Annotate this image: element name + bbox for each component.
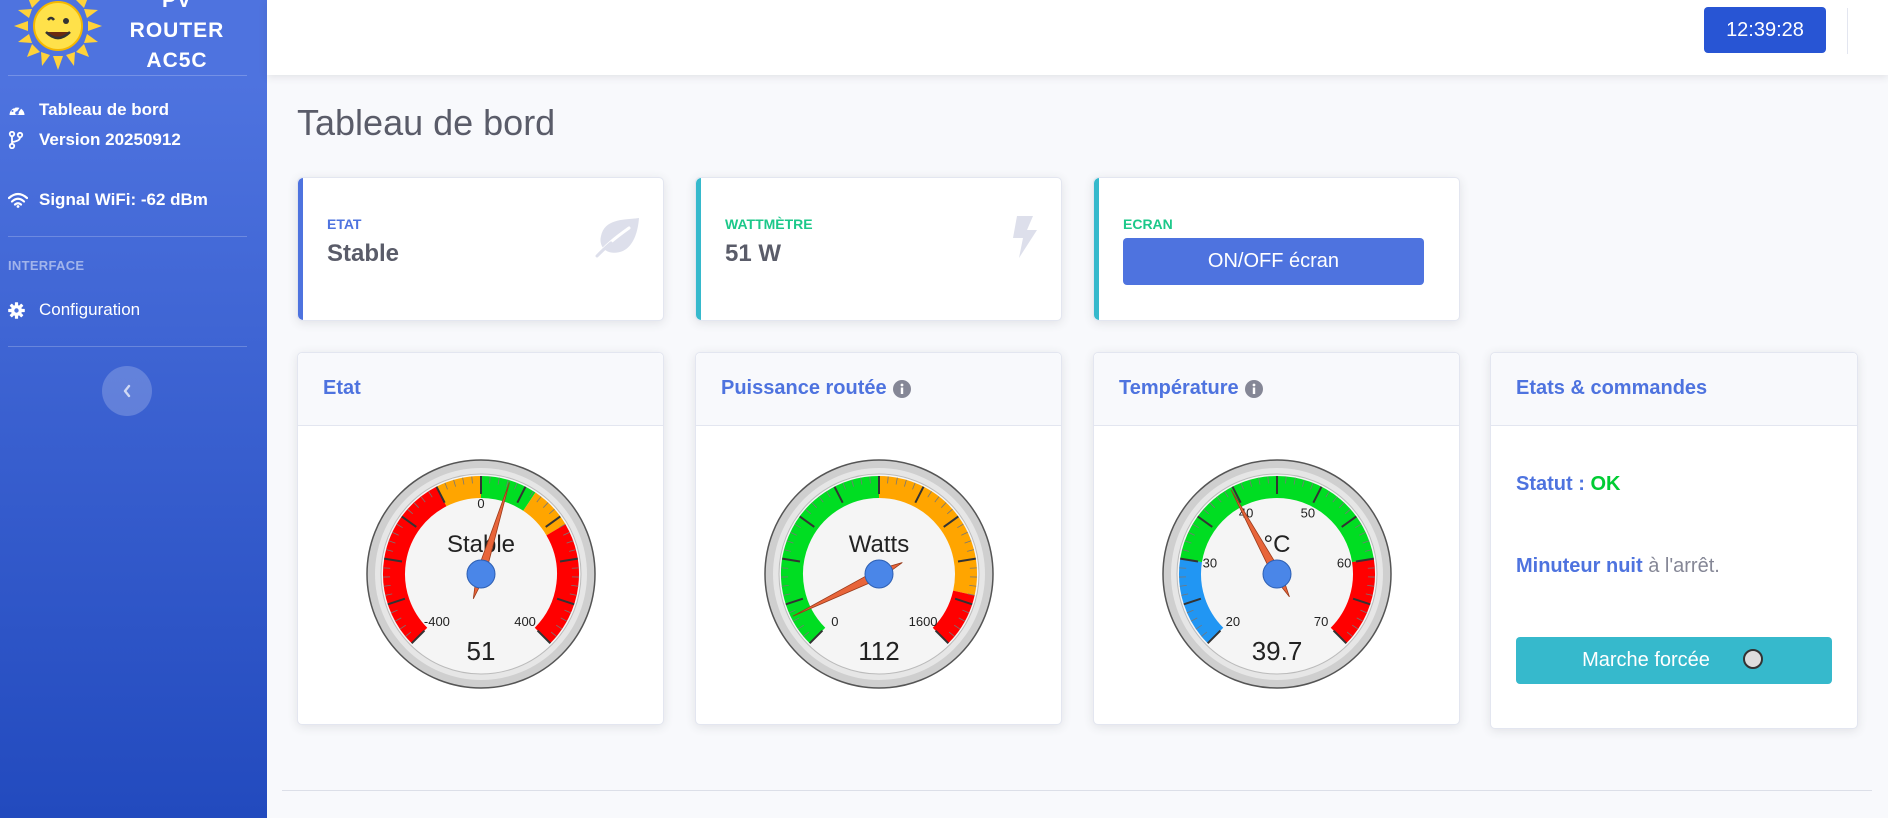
- footer-divider: [282, 790, 1872, 791]
- forced-run-button[interactable]: Marche forcée: [1516, 637, 1832, 684]
- card-accent-bar: [696, 178, 701, 320]
- night-timer-line: Minuteur nuit à l'arrêt.: [1516, 555, 1720, 578]
- gauge-temperature: 20 703040 5060°C39.7: [1162, 459, 1392, 689]
- info-icon[interactable]: [1244, 379, 1263, 398]
- sidebar-item-label: Signal WiFi: -62 dBm: [39, 190, 208, 209]
- night-timer-label: Minuteur nuit: [1516, 555, 1643, 577]
- gauge-card-temperature: Température 20 70 30 40 50 60 °C 39.7: [1093, 352, 1460, 725]
- gauge-value-label: 39.7: [1252, 636, 1303, 666]
- leaf-icon: [595, 216, 641, 263]
- card-header: Etats & commandes: [1491, 353, 1857, 426]
- forced-run-indicator: [1743, 649, 1763, 669]
- card-title-text: Puissance routée: [721, 377, 887, 399]
- stat-card-ecran: ECRAN ON/OFF écran: [1093, 177, 1460, 321]
- night-timer-value: à l'arrêt.: [1648, 555, 1720, 577]
- status-value: OK: [1590, 473, 1621, 495]
- gauge-max-label: 70: [1314, 614, 1328, 629]
- card-title: Etats & commandes: [1516, 377, 1708, 399]
- card-header: Température: [1094, 353, 1459, 426]
- stat-card-wattmetre: WATTMÈTRE 51 W: [695, 177, 1062, 321]
- sidebar-toggle-button[interactable]: [102, 366, 152, 416]
- gauge-hub: [864, 559, 894, 589]
- page-title: Tableau de bord: [297, 102, 556, 143]
- gauge-puissance: 0 1600 Watts 112: [764, 459, 994, 689]
- gauge-tick-label: 60: [1337, 555, 1351, 570]
- sidebar-divider: [8, 236, 247, 237]
- sidebar-item-label: Tableau de bord: [39, 100, 170, 119]
- sidebar-item-version: Version 20250912: [8, 130, 181, 150]
- code-branch-icon: [8, 130, 30, 150]
- sidebar-divider: [8, 75, 247, 76]
- info-icon[interactable]: [892, 379, 911, 398]
- brand-line-1: PV: [161, 0, 192, 12]
- card-title-text: Etat: [323, 377, 361, 399]
- sidebar-heading: INTERFACE: [8, 258, 85, 273]
- sidebar-item-label: Configuration: [39, 300, 141, 319]
- sidebar-item-dashboard[interactable]: Tableau de bord: [8, 100, 169, 120]
- brand-line-3: AC5C: [146, 49, 208, 72]
- stat-label: ECRAN: [1123, 216, 1173, 232]
- brand[interactable]: PV ROUTER AC5C: [0, 0, 267, 76]
- gauge-max-label: 400: [514, 614, 536, 629]
- card-title: Puissance routée: [721, 377, 911, 400]
- stat-value: 51 W: [725, 240, 782, 267]
- gauge-unit-label: Watts: [849, 531, 909, 558]
- sidebar-item-label: Version 20250912: [39, 130, 181, 149]
- topbar: [267, 0, 1888, 75]
- chevron-left-icon: [123, 384, 131, 398]
- gear-icon: [8, 300, 30, 320]
- gauge-min-label: -400: [424, 614, 450, 629]
- screen-toggle-button[interactable]: ON/OFF écran: [1123, 238, 1424, 285]
- gauge-min-label: 20: [1226, 614, 1240, 629]
- gauge-tick-label: 30: [1203, 555, 1217, 570]
- wifi-icon: [8, 190, 30, 210]
- gauge-hub: [1262, 559, 1292, 589]
- card-title-text: Température: [1119, 377, 1239, 399]
- card-accent-bar: [1094, 178, 1099, 320]
- commands-card: Etats & commandes Statut : OK Minuteur n…: [1490, 352, 1858, 729]
- stat-label: WATTMÈTRE: [725, 216, 813, 232]
- gauge-hub: [466, 559, 496, 589]
- brand-line-2: ROUTER: [129, 19, 225, 42]
- bolt-icon: [1011, 216, 1037, 263]
- card-title: Etat: [323, 377, 361, 400]
- card-header: Puissance routée: [696, 353, 1061, 426]
- sun-logo-icon: [14, 0, 102, 70]
- gauge-tick-label: 50: [1301, 505, 1315, 520]
- sidebar-item-configuration[interactable]: Configuration: [8, 300, 140, 320]
- card-accent-bar: [298, 178, 303, 320]
- sidebar: PV ROUTER AC5C Tableau de bord Version 2…: [0, 0, 267, 818]
- forced-run-label: Marche forcée: [1582, 649, 1710, 671]
- gauge-card-puissance: Puissance routée 0 1600 Watts 112: [695, 352, 1062, 725]
- gauge-mid-label: 0: [477, 496, 484, 511]
- gauge-value-label: 112: [858, 636, 899, 666]
- card-title: Température: [1119, 377, 1263, 400]
- topbar-divider: [1847, 8, 1848, 54]
- sidebar-item-wifi: Signal WiFi: -62 dBm: [8, 190, 208, 210]
- status-label: Statut :: [1516, 473, 1585, 495]
- gauge-value-label: 51: [467, 636, 496, 666]
- gauge-unit-label: Stable: [447, 531, 515, 558]
- stat-label: ETAT: [327, 216, 362, 232]
- brand-name: PV ROUTER AC5C: [112, 0, 242, 76]
- stat-card-etat: ETAT Stable: [297, 177, 664, 321]
- gauge-max-label: 1600: [909, 614, 938, 629]
- gauge-min-label: 0: [831, 614, 838, 629]
- gauge-etat: -400 400 0 Stable 51: [366, 459, 596, 689]
- tachometer-icon: [8, 100, 30, 120]
- status-line: Statut : OK: [1516, 473, 1620, 496]
- clock-display[interactable]: 12:39:28: [1704, 7, 1826, 53]
- gauge-card-etat: Etat -400 400 0 Stable 51: [297, 352, 664, 725]
- card-header: Etat: [298, 353, 663, 426]
- stat-value: Stable: [327, 240, 400, 267]
- sidebar-divider: [8, 346, 247, 347]
